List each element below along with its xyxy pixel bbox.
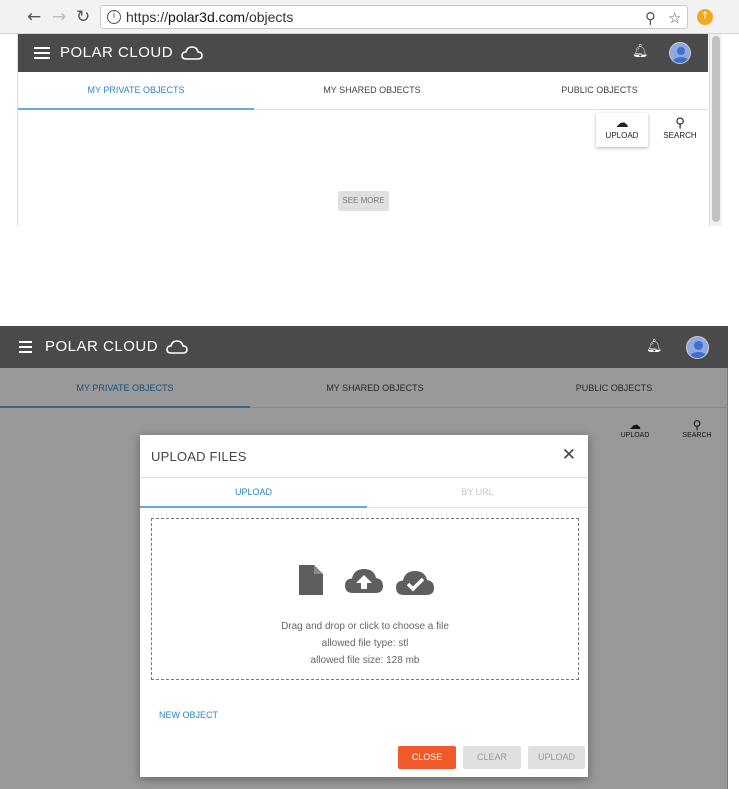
star-icon[interactable]: ☆ [668,9,681,27]
file-icon [299,565,323,595]
upload-submit-button[interactable]: UPLOAD [528,746,585,769]
polar-cloud-logo[interactable]: POLAR CLOUD [45,338,188,355]
browser-window: ← → ↻ i https://polar3d.com/objects ⚲ ☆ … [0,0,739,230]
cloud-logo-icon [165,340,188,354]
hamburger-menu-icon[interactable] [34,47,50,60]
upload-dialog-screen: POLAR CLOUD 🔔︎ MY PRIVATE OBJECTS MY SHA… [0,326,739,789]
tab-public-objects[interactable]: PUBLIC OBJECTS [490,72,708,109]
active-tab-indicator [140,506,367,508]
polar-cloud-logo[interactable]: POLAR CLOUD [60,44,203,61]
hamburger-menu-icon[interactable] [19,341,32,354]
avatar[interactable] [686,336,709,359]
url-text: https://polar3d.com/objects [126,9,294,25]
upload-files-dialog: UPLOAD FILES ✕ UPLOAD BY URL Drag and dr… [140,435,588,777]
see-more-button[interactable]: SEE MORE [338,191,389,211]
tab-my-shared-objects[interactable]: MY SHARED OBJECTS [254,72,490,109]
dialog-title: UPLOAD FILES [151,449,247,464]
close-icon[interactable]: ✕ [562,445,576,465]
app-viewport: POLAR CLOUD 🔔︎ MY PRIVATE OBJECTS MY SHA… [17,34,708,226]
clear-button[interactable]: CLEAR [463,746,521,769]
allowed-file-size: allowed file size: 128 mb [310,655,420,666]
allowed-file-type: allowed file type: stl [321,638,409,649]
file-dropzone[interactable]: Drag and drop or click to choose a file … [151,518,579,680]
active-tab-indicator [18,108,254,110]
app-header: POLAR CLOUD 🔔︎ [18,34,708,72]
cloud-logo-icon [180,46,203,60]
arrow-right-icon[interactable]: → [52,7,66,27]
cloud-check-icon [396,571,434,595]
tab-by-url[interactable]: BY URL [367,478,588,507]
browser-toolbar: ← → ↻ i https://polar3d.com/objects ⚲ ☆ … [0,0,739,34]
scrollbar[interactable] [709,34,722,226]
dropzone-icons [297,559,437,599]
bell-icon[interactable]: 🔔︎ [646,339,663,354]
app-header: POLAR CLOUD 🔔︎ [0,326,728,368]
reload-icon[interactable]: ↻ [76,7,90,27]
tab-my-private-objects[interactable]: MY PRIVATE OBJECTS [18,72,254,109]
search-button[interactable]: ⚲ SEARCH [656,116,704,141]
upload-button[interactable]: ☁ UPLOAD [596,113,648,147]
search-icon: ⚲ [675,116,685,131]
bell-icon[interactable]: 🔔︎ [632,44,649,59]
info-icon[interactable]: i [107,10,121,24]
avatar[interactable] [669,42,691,64]
new-object-link[interactable]: NEW OBJECT [159,710,218,720]
dropzone-instructions: Drag and drop or click to choose a file [281,621,449,632]
cloud-upload-icon [345,569,383,593]
extension-icon[interactable]: ↑ [697,9,713,25]
arrow-left-icon[interactable]: ← [27,7,41,27]
close-button[interactable]: CLOSE [398,746,456,769]
object-tabs: MY PRIVATE OBJECTS MY SHARED OBJECTS PUB… [18,72,708,110]
cloud-upload-icon: ☁ [615,116,629,131]
tab-upload[interactable]: UPLOAD [140,478,367,507]
address-bar[interactable]: i https://polar3d.com/objects ⚲ ☆ [100,5,688,29]
magnifier-icon[interactable]: ⚲ [645,9,656,27]
